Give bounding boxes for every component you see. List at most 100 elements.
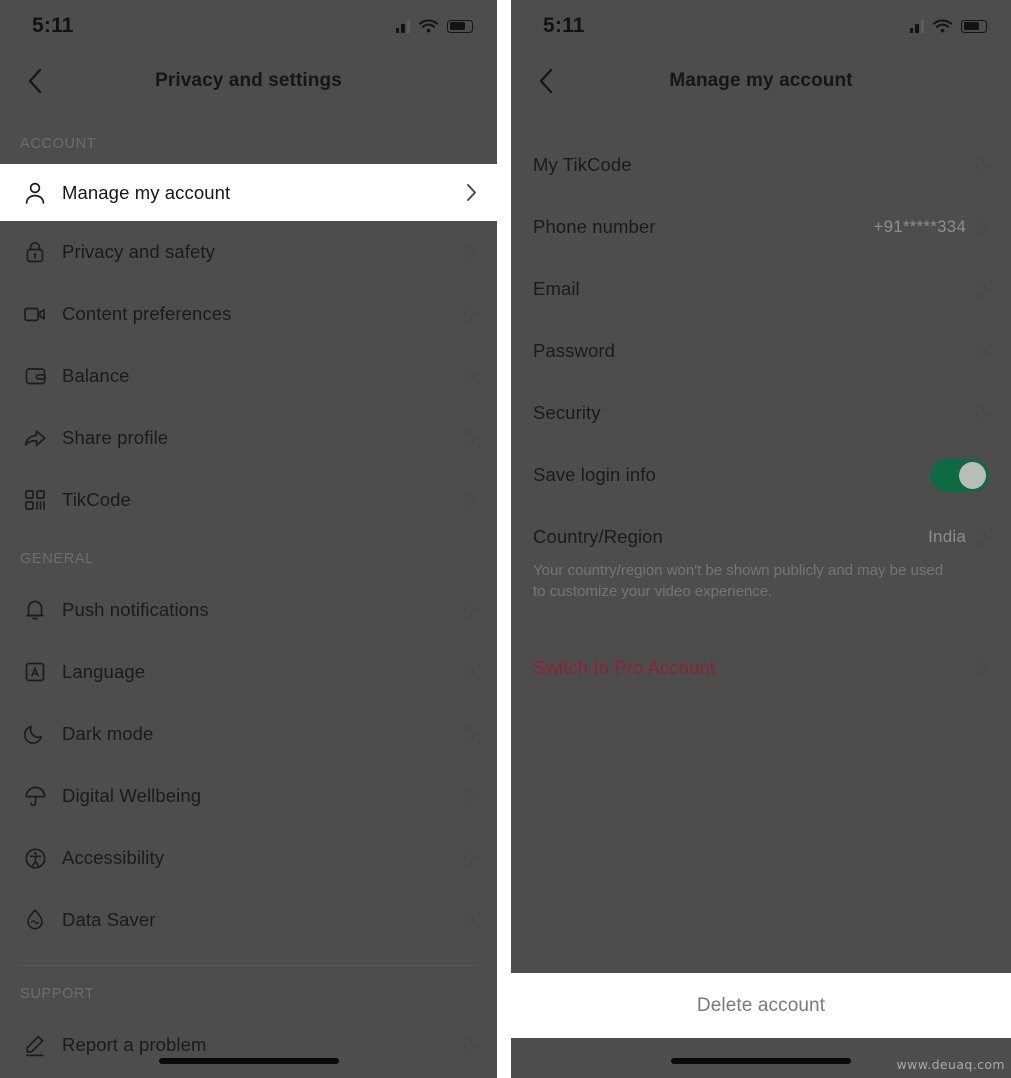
account-row-email[interactable]: Email bbox=[511, 258, 1011, 320]
back-button[interactable] bbox=[529, 64, 563, 98]
row-value: +91*****334 bbox=[873, 217, 966, 236]
row-label: Phone number bbox=[533, 216, 656, 237]
delete-account-button[interactable]: Delete account bbox=[511, 973, 1011, 1038]
watermark: www.deuaq.com bbox=[896, 1057, 1005, 1072]
wifi-icon bbox=[419, 19, 438, 33]
sidebar-item-label: Balance bbox=[62, 365, 130, 386]
chevron-right-icon bbox=[466, 911, 477, 930]
country-region-helper-text: Your country/region won't be shown publi… bbox=[533, 562, 944, 601]
row-label: Country/Region bbox=[533, 526, 663, 547]
sidebar-item-balance[interactable]: Balance bbox=[0, 345, 497, 407]
chevron-right-icon bbox=[466, 243, 477, 262]
sidebar-item-label: Privacy and safety bbox=[62, 241, 215, 262]
sidebar-item-digital-wellbeing[interactable]: Digital Wellbeing bbox=[0, 765, 497, 827]
chevron-right-icon bbox=[978, 280, 989, 299]
sidebar-item-data-saver[interactable]: Data Saver bbox=[0, 889, 497, 951]
chevron-right-icon bbox=[978, 218, 989, 237]
right-status-bar: 5:11 bbox=[511, 0, 1011, 52]
wifi-icon bbox=[933, 19, 952, 33]
sidebar-item-accessibility[interactable]: Accessibility bbox=[0, 827, 497, 889]
sidebar-item-push-notifications[interactable]: Push notifications bbox=[0, 579, 497, 641]
row-label: Security bbox=[533, 402, 601, 423]
share-icon bbox=[20, 423, 50, 453]
wallet-icon bbox=[20, 361, 50, 391]
sidebar-item-dark-mode[interactable]: Dark mode bbox=[0, 703, 497, 765]
sidebar-item-label: Data Saver bbox=[62, 909, 156, 930]
chevron-right-icon bbox=[466, 429, 477, 448]
sidebar-item-label: Report a problem bbox=[62, 1034, 207, 1055]
toggle-knob bbox=[959, 461, 986, 489]
left-phone-panel: 5:11 Privacy and settings ACCOUNT Manage… bbox=[0, 0, 497, 1078]
right-nav-bar: Manage my account bbox=[511, 52, 1011, 110]
cellular-signal-icon bbox=[395, 19, 410, 33]
row-label: My TikCode bbox=[533, 154, 632, 175]
sidebar-item-content-preferences[interactable]: Content preferences bbox=[0, 283, 497, 345]
battery-icon bbox=[447, 19, 476, 33]
status-time: 5:11 bbox=[543, 14, 585, 37]
status-icon-group bbox=[395, 19, 476, 33]
status-icon-group bbox=[909, 19, 990, 33]
chevron-right-icon bbox=[978, 528, 989, 547]
sidebar-item-manage-my-account[interactable]: Manage my account bbox=[0, 164, 497, 221]
save-login-info-toggle[interactable] bbox=[931, 458, 989, 492]
row-value: India bbox=[928, 527, 966, 546]
row-label: Email bbox=[533, 278, 580, 299]
sidebar-item-tikcode[interactable]: TikCode bbox=[0, 469, 497, 531]
umbrella-icon bbox=[20, 781, 50, 811]
section-header-support: SUPPORT bbox=[20, 986, 95, 1002]
page-title: Privacy and settings bbox=[155, 69, 342, 91]
cellular-signal-icon bbox=[909, 19, 924, 33]
chevron-left-icon bbox=[539, 68, 553, 93]
chevron-right-icon bbox=[978, 658, 989, 677]
home-indicator bbox=[671, 1058, 851, 1064]
sidebar-item-label: Accessibility bbox=[62, 847, 165, 868]
chevron-right-icon bbox=[466, 305, 477, 324]
section-header-general: GENERAL bbox=[20, 551, 94, 567]
bell-icon bbox=[20, 595, 50, 625]
sidebar-item-label: Digital Wellbeing bbox=[62, 785, 202, 806]
battery-icon bbox=[961, 19, 990, 33]
sidebar-item-label: Share profile bbox=[62, 427, 169, 448]
chevron-right-icon bbox=[466, 367, 477, 386]
account-row-password[interactable]: Password bbox=[511, 320, 1011, 382]
qrcode-icon bbox=[20, 485, 50, 515]
pencil-icon bbox=[20, 1030, 50, 1060]
home-indicator bbox=[158, 1058, 339, 1064]
chevron-right-icon bbox=[978, 342, 989, 361]
sidebar-item-privacy-and-safety[interactable]: Privacy and safety bbox=[0, 221, 497, 283]
account-row-country-region[interactable]: Country/Region India bbox=[511, 506, 1011, 568]
lock-icon bbox=[20, 237, 50, 267]
chevron-right-icon bbox=[978, 404, 989, 423]
account-row-my-tikcode[interactable]: My TikCode bbox=[511, 134, 1011, 196]
delete-account-label: Delete account bbox=[696, 994, 826, 1016]
account-row-save-login-info[interactable]: Save login info bbox=[511, 444, 1011, 506]
sidebar-item-label: Manage my account bbox=[62, 181, 231, 203]
chevron-right-icon bbox=[466, 601, 477, 620]
sidebar-item-label: Dark mode bbox=[62, 723, 154, 744]
account-row-security[interactable]: Security bbox=[511, 382, 1011, 444]
chevron-right-icon bbox=[466, 787, 477, 806]
sidebar-item-report-a-problem[interactable]: Report a problem bbox=[0, 1014, 497, 1076]
sidebar-item-share-profile[interactable]: Share profile bbox=[0, 407, 497, 469]
row-label: Password bbox=[533, 340, 616, 361]
chevron-right-icon bbox=[466, 725, 477, 744]
chevron-right-icon bbox=[978, 156, 989, 175]
row-label: Save login info bbox=[533, 464, 656, 485]
chevron-right-icon bbox=[466, 183, 477, 202]
sidebar-item-label: Language bbox=[62, 661, 146, 682]
sidebar-item-label: Push notifications bbox=[62, 599, 209, 620]
chevron-right-icon bbox=[466, 849, 477, 868]
chevron-right-icon bbox=[466, 1036, 477, 1055]
account-row-phone-number[interactable]: Phone number +91*****334 bbox=[511, 196, 1011, 258]
datasaver-icon bbox=[20, 905, 50, 935]
chevron-right-icon bbox=[466, 491, 477, 510]
page-title: Manage my account bbox=[669, 69, 853, 91]
left-status-bar: 5:11 bbox=[0, 0, 497, 52]
accessibility-icon bbox=[20, 843, 50, 873]
person-icon bbox=[20, 178, 50, 208]
back-button[interactable] bbox=[18, 64, 52, 98]
sidebar-item-label: TikCode bbox=[62, 489, 131, 510]
sidebar-item-language[interactable]: Language bbox=[0, 641, 497, 703]
status-time: 5:11 bbox=[32, 14, 74, 37]
switch-to-pro-account-row[interactable]: Switch to Pro Account bbox=[511, 637, 1011, 699]
